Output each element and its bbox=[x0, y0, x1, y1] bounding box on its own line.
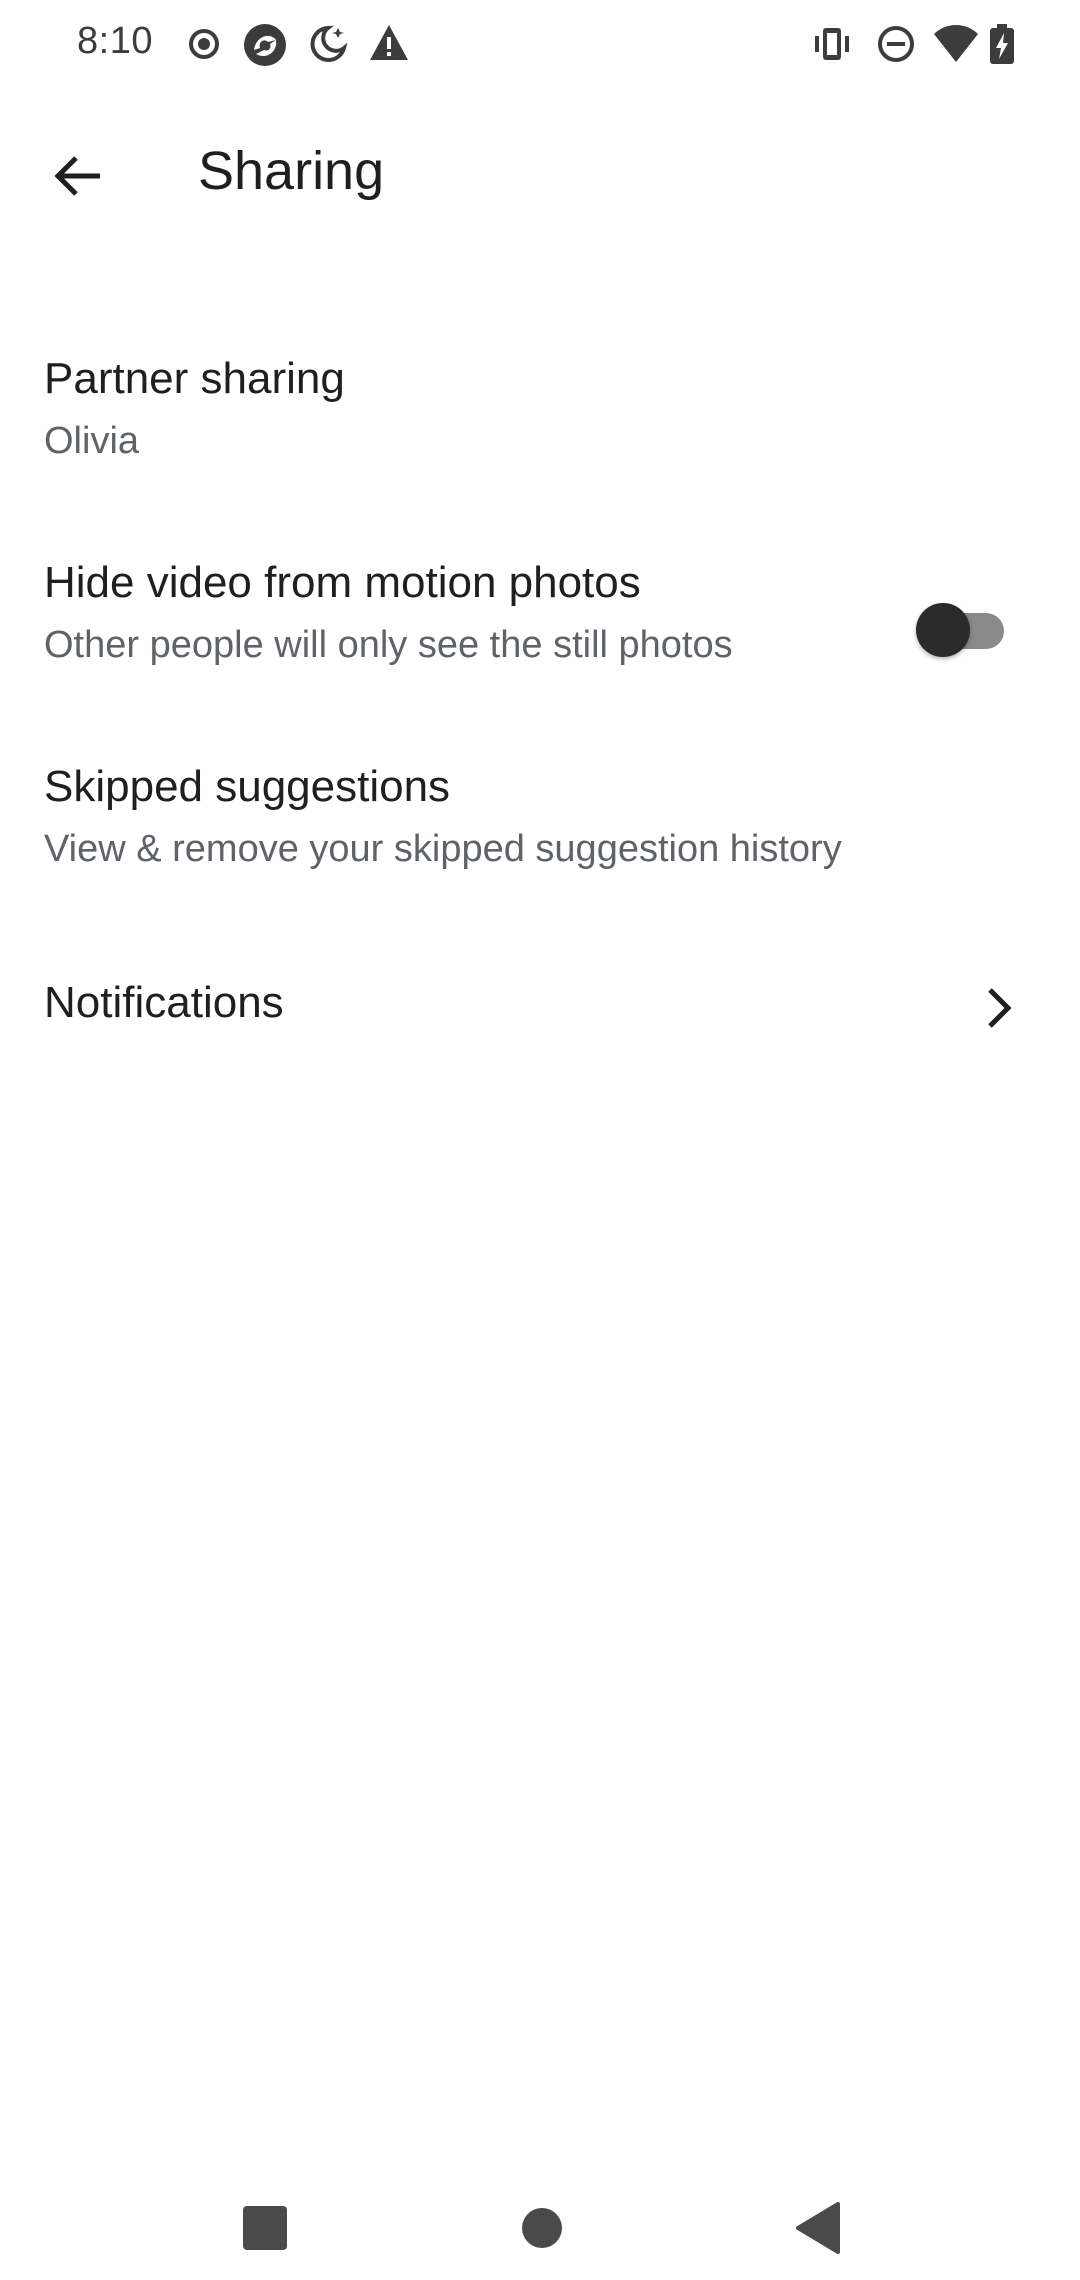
notifications-item[interactable]: Notifications bbox=[0, 940, 1080, 1080]
page-title: Sharing bbox=[198, 141, 385, 201]
battery-charging-icon bbox=[988, 22, 1016, 71]
warning-icon bbox=[368, 22, 410, 69]
bedtime-icon bbox=[306, 22, 350, 71]
arrow-back-icon bbox=[52, 150, 104, 207]
hide-video-title: Hide video from motion photos bbox=[44, 558, 641, 607]
skipped-suggestions-title: Skipped suggestions bbox=[44, 762, 451, 811]
recents-button[interactable] bbox=[225, 2190, 305, 2270]
navigation-bar bbox=[0, 2170, 1080, 2280]
wifi-icon bbox=[932, 22, 980, 71]
chevron-right-icon bbox=[980, 978, 1020, 1043]
partner-sharing-title: Partner sharing bbox=[44, 354, 345, 403]
status-time: 8:10 bbox=[77, 20, 153, 62]
app-bar: Sharing bbox=[0, 110, 1080, 230]
partner-sharing-item[interactable]: Partner sharing Olivia bbox=[0, 330, 1080, 510]
toggle-thumb bbox=[916, 603, 970, 657]
home-icon bbox=[520, 2206, 564, 2255]
notifications-title: Notifications bbox=[44, 978, 284, 1027]
back-button[interactable] bbox=[30, 130, 126, 226]
skipped-suggestions-subtitle: View & remove your skipped suggestion hi… bbox=[44, 828, 842, 870]
hide-video-item[interactable]: Hide video from motion photos Other peop… bbox=[0, 534, 1080, 714]
app-icon bbox=[242, 22, 288, 73]
screen: 8:10 Sharing Partner sharing Olivia Hide… bbox=[0, 0, 1080, 2280]
nav-back-button[interactable] bbox=[778, 2190, 858, 2270]
do-not-disturb-icon bbox=[874, 22, 918, 71]
record-icon bbox=[186, 22, 222, 71]
vibrate-icon bbox=[810, 22, 854, 71]
skipped-suggestions-item[interactable]: Skipped suggestions View & remove your s… bbox=[0, 738, 1080, 918]
hide-video-subtitle: Other people will only see the still pho… bbox=[44, 624, 733, 666]
status-bar: 8:10 bbox=[0, 0, 1080, 90]
nav-back-icon bbox=[794, 2201, 842, 2259]
hide-video-toggle[interactable] bbox=[912, 594, 1012, 657]
home-button[interactable] bbox=[502, 2190, 582, 2270]
partner-sharing-subtitle: Olivia bbox=[44, 420, 140, 462]
recents-icon bbox=[241, 2204, 289, 2257]
